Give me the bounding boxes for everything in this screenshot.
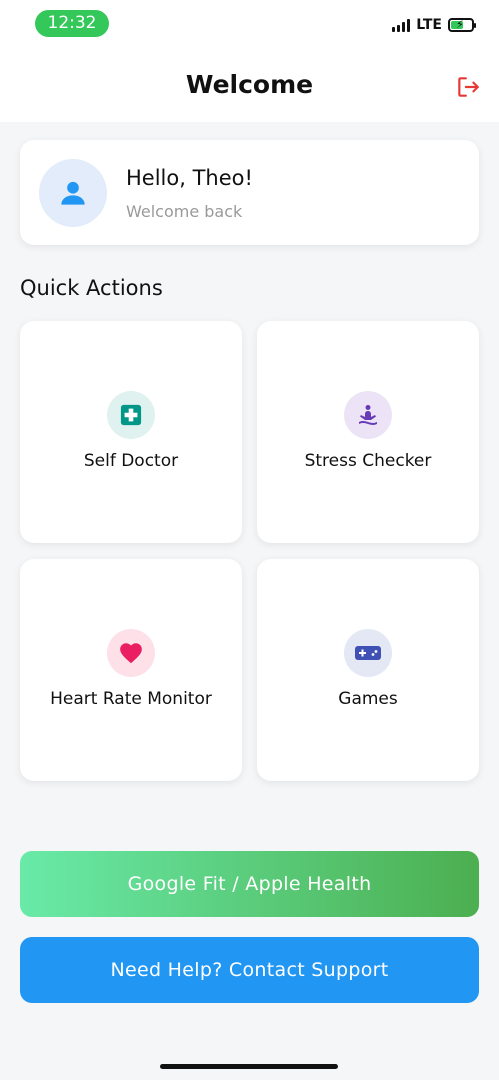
battery-icon: ⚡ (448, 18, 476, 32)
status-time: 12:32 (35, 10, 109, 37)
stress-checker-tile[interactable]: Stress Checker (257, 321, 479, 543)
avatar (39, 159, 107, 227)
tile-label: Heart Rate Monitor (50, 689, 212, 709)
contact-support-button[interactable]: Need Help? Contact Support (20, 937, 479, 1003)
quick-actions-title: Quick Actions (20, 276, 163, 300)
logout-icon[interactable] (455, 74, 481, 100)
tile-label: Self Doctor (83, 451, 179, 471)
person-icon (61, 181, 85, 205)
network-label: LTE (416, 17, 442, 33)
tile-label: Stress Checker (304, 451, 432, 471)
signal-icon (392, 18, 411, 32)
games-tile[interactable]: Games (257, 559, 479, 781)
greeting-name: Hello, Theo! (126, 166, 253, 190)
self-doctor-tile[interactable]: Self Doctor (20, 321, 242, 543)
health-sync-button[interactable]: Google Fit / Apple Health (20, 851, 479, 917)
page-title: Welcome (185, 70, 314, 99)
greeting-subtitle: Welcome back (126, 202, 243, 221)
heart-icon (107, 629, 155, 677)
status-bar: 12:32 LTE ⚡ (0, 0, 499, 50)
app-header: Welcome (0, 50, 499, 122)
status-indicators: LTE ⚡ (392, 17, 476, 33)
heart-rate-monitor-tile[interactable]: Heart Rate Monitor (20, 559, 242, 781)
medical-cross-icon (107, 391, 155, 439)
meditation-icon (344, 391, 392, 439)
gamepad-icon (344, 629, 392, 677)
tile-label: Games (338, 689, 398, 709)
home-indicator[interactable] (160, 1064, 338, 1069)
greeting-card: Hello, Theo! Welcome back (20, 140, 479, 245)
